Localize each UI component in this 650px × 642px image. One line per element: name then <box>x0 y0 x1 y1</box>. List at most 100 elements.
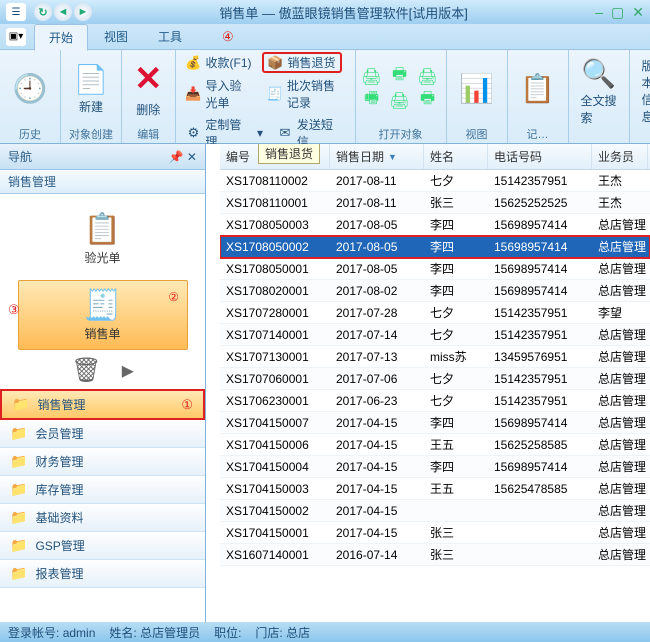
sidebar-item-1[interactable]: 📁会员管理 <box>0 420 205 448</box>
table-cell: 15142357951 <box>488 304 592 322</box>
table-cell: 七夕 <box>424 390 488 411</box>
column-header-1[interactable]: 销售日期▼ <box>330 144 424 169</box>
sidebar-item-0[interactable]: 📁销售管理① <box>0 389 205 420</box>
column-header-0[interactable]: 编号销售退货 <box>220 144 330 169</box>
table-row[interactable]: XS16071400012016-07-14张三总店管理员 <box>220 544 650 566</box>
table-row[interactable]: XS17081100012017-08-11张三15625252525王杰 <box>220 192 650 214</box>
minimize-icon[interactable]: – <box>595 4 603 21</box>
collect-button[interactable]: 💰收款(F1) <box>182 52 256 73</box>
table-cell: 13459576951 <box>488 348 592 366</box>
icon-4[interactable]: 🖷 <box>362 91 382 111</box>
icon-6[interactable]: 🖶 <box>418 91 438 111</box>
table-row[interactable]: XS17041500062017-04-15王五15625258585总店管理员 <box>220 434 650 456</box>
maximize-icon[interactable]: ▢ <box>611 4 624 21</box>
table-row[interactable]: XS17071400012017-07-14七夕15142357951总店管理员 <box>220 324 650 346</box>
tile-sales-order[interactable]: 🧾销售单② <box>18 280 188 350</box>
import-check-button[interactable]: 📥导入验光单 <box>182 76 257 112</box>
app-menu-button[interactable]: ☰ <box>6 3 26 21</box>
table-row[interactable]: XS17080500022017-08-05李四15698957414总店管理员 <box>220 236 650 258</box>
table-cell: 2017-07-14 <box>330 326 424 344</box>
delete-button[interactable]: ✕删除 <box>128 55 169 122</box>
table-cell: 总店管理员 <box>592 214 648 235</box>
batch-record-button[interactable]: 🧾批次销售记录 <box>263 76 349 112</box>
open-obj-icon[interactable]: 🖨 <box>362 67 382 87</box>
table-cell: 2017-08-02 <box>330 282 424 300</box>
table-cell: XS1704150003 <box>220 480 330 498</box>
folder-icon: 📁 <box>12 396 29 413</box>
annotation-2: ② <box>168 290 179 304</box>
table-row[interactable]: XS17070600012017-07-06七夕15142357951总店管理员 <box>220 368 650 390</box>
table-row[interactable]: XS17072800012017-07-28七夕15142357951李望 <box>220 302 650 324</box>
table-cell <box>488 509 592 513</box>
sidebar-item-3[interactable]: 📁库存管理 <box>0 476 205 504</box>
history-button[interactable]: 🕘 <box>6 68 54 110</box>
table-cell: 七夕 <box>424 324 488 345</box>
table-cell: 七夕 <box>424 302 488 323</box>
table-row[interactable]: XS17062300012017-06-23七夕15142357951总店管理员 <box>220 390 650 412</box>
table-cell: 2017-08-05 <box>330 238 424 256</box>
close-icon[interactable]: ✕ <box>632 4 644 21</box>
folder-icon: 📁 <box>10 537 27 554</box>
table-row[interactable]: XS17041500042017-04-15李四15698957414总店管理员 <box>220 456 650 478</box>
table-cell: XS1704150001 <box>220 524 330 542</box>
version-button[interactable]: 版本信息 <box>636 53 650 129</box>
table-row[interactable]: XS17071300012017-07-13miss苏13459576951总店… <box>220 346 650 368</box>
table-cell: XS1607140001 <box>220 546 330 564</box>
column-header-4[interactable]: 业务员 <box>592 144 648 169</box>
table-cell: 李四 <box>424 236 488 257</box>
new-button[interactable]: 📄新建 <box>67 58 115 119</box>
table-cell: 王杰 <box>592 192 648 213</box>
table-row[interactable]: XS17080500032017-08-05李四15698957414总店管理员 <box>220 214 650 236</box>
table-row[interactable]: XS17080500012017-08-05李四15698957414总店管理员 <box>220 258 650 280</box>
tab-tool[interactable]: 工具 <box>144 24 196 50</box>
sidebar-item-5[interactable]: 📁GSP管理 <box>0 532 205 560</box>
back-icon[interactable]: ◄ <box>54 3 72 21</box>
sales-return-button[interactable]: 📦销售退货 <box>262 52 342 73</box>
annotation-3: ③ <box>8 302 20 318</box>
table-cell: 2017-07-28 <box>330 304 424 322</box>
table-row[interactable]: XS17041500032017-04-15王五15625478585总店管理员 <box>220 478 650 500</box>
view-btn[interactable]: 📊 <box>453 68 501 110</box>
refresh-icon[interactable]: ↻ <box>34 3 52 21</box>
pin-icon[interactable]: 📌 ✕ <box>169 150 197 164</box>
table-cell: 张三 <box>424 544 488 565</box>
tab-start[interactable]: 开始 <box>34 24 88 51</box>
forward-icon[interactable]: ► <box>74 3 92 21</box>
tile-optometry[interactable]: 📋验光单 <box>18 204 188 274</box>
table-row[interactable]: XS17080200012017-08-02李四15698957414总店管理员 <box>220 280 650 302</box>
log-btn[interactable]: 📋 <box>514 68 562 110</box>
table-row[interactable]: XS17041500022017-04-15 总店管理员 <box>220 500 650 522</box>
table-cell: XS1704150002 <box>220 502 330 520</box>
table-row[interactable]: XS17081100022017-08-11七夕15142357951王杰 <box>220 170 650 192</box>
tab-view[interactable]: 视图 <box>90 24 142 50</box>
table-row[interactable]: XS17041500072017-04-15李四15698957414总店管理员 <box>220 412 650 434</box>
table-cell: 15698957414 <box>488 238 592 256</box>
table-cell: 2017-04-15 <box>330 414 424 432</box>
table-cell: 15698957414 <box>488 216 592 234</box>
icon-3[interactable]: 🖨 <box>418 67 438 87</box>
table-cell: 2017-04-15 <box>330 502 424 520</box>
table-cell: 王五 <box>424 478 488 499</box>
table-cell: XS1707130001 <box>220 348 330 366</box>
table-cell: 15142357951 <box>488 326 592 344</box>
folder-icon: 📁 <box>10 565 27 582</box>
folder-icon: 📁 <box>10 425 27 442</box>
column-header-2[interactable]: 姓名 <box>424 144 488 169</box>
sidebar-item-2[interactable]: 📁财务管理 <box>0 448 205 476</box>
fullsearch-button[interactable]: 🔍全文搜索 <box>575 52 623 130</box>
table-cell: 2017-08-11 <box>330 194 424 212</box>
table-cell: 2017-08-05 <box>330 216 424 234</box>
table-row[interactable]: XS17041500012017-04-15张三总店管理员 <box>220 522 650 544</box>
table-cell: XS1707280001 <box>220 304 330 322</box>
icon-2[interactable]: 🖶 <box>390 67 410 87</box>
table-cell: 15625252525 <box>488 194 592 212</box>
sidebar-item-4[interactable]: 📁基础资料 <box>0 504 205 532</box>
icon-5[interactable]: 🖨 <box>390 91 410 111</box>
table-cell: 总店管理员 <box>592 500 648 521</box>
qat-button[interactable]: ▣▾ <box>6 28 26 46</box>
column-header-3[interactable]: 电话号码 <box>488 144 592 169</box>
nav-header: 导航📌 ✕ <box>0 144 205 170</box>
sidebar-item-6[interactable]: 📁报表管理 <box>0 560 205 588</box>
table-cell: 2017-08-05 <box>330 260 424 278</box>
table-cell: XS1708020001 <box>220 282 330 300</box>
